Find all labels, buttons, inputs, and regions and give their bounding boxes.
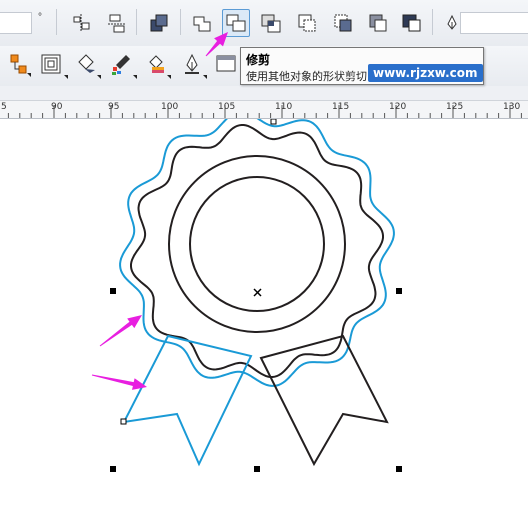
pointer-arrow-icon [205,32,228,57]
pointer-arrow-icon [99,315,142,347]
align-icon [73,14,90,32]
interactive-fill-icon [149,55,164,73]
tooltip-title: 修剪 [246,53,271,67]
drawing-canvas[interactable] [0,111,528,516]
degree-symbol: ° [38,12,42,23]
outer-ring[interactable] [168,155,346,333]
boundary-icon [402,14,421,32]
ruler-label: 100 [161,102,179,112]
ruler-label: 115 [332,102,350,112]
selected-outline-shape[interactable] [119,111,395,387]
ruler-label: 105 [218,102,236,112]
interactive-fill-button[interactable] [142,50,171,79]
ruler-label: 130 [503,102,521,112]
property-bar: ° [0,0,528,47]
intersect-button[interactable] [257,9,285,37]
simplify-button[interactable] [293,9,321,37]
paint-bucket-icon [78,54,95,73]
toolbar-strip [0,86,528,101]
boundary-button[interactable] [398,9,426,37]
ruler-label: 120 [389,102,407,112]
ruler-label: 110 [275,102,293,112]
front-minus-back-button[interactable] [329,9,357,37]
annotation-arrows [91,315,147,390]
distribute-button[interactable] [103,9,131,37]
outline-width-field[interactable] [460,12,528,34]
selection-handle[interactable] [396,288,402,294]
separator [56,9,57,35]
ruler-label: 5 [1,102,7,112]
ruler-label: 95 [108,102,120,112]
connector-button[interactable] [4,50,32,78]
combine-button[interactable] [145,9,173,37]
separator [432,9,433,35]
front-minus-back-icon [334,14,352,32]
ruler-label: 125 [446,102,464,112]
rotation-angle-field[interactable] [0,12,32,34]
simplify-icon [298,14,316,32]
selection-handle[interactable] [254,466,260,472]
contour-icon [41,54,61,74]
watermark: www.rjzxw.com [368,64,483,82]
distribute-icon [108,14,126,33]
back-minus-front-button[interactable] [364,9,392,37]
tooltip-description: 使用其他对象的形状剪切 [246,70,367,83]
node-handle[interactable] [270,118,277,125]
separator [180,9,181,35]
node-handle[interactable] [120,418,127,425]
selection-handle[interactable] [396,466,402,472]
pointer-arrow-icon [91,374,147,390]
selection-handle[interactable] [110,466,116,472]
connector-icon [10,54,27,74]
contour-button[interactable] [37,50,68,79]
combine-icon [150,14,168,32]
selection-handle[interactable] [110,288,116,294]
pen-icon [447,14,457,30]
horizontal-ruler: 5 90 95 100 105 110 115 120 125 130 [0,101,528,119]
fill-button[interactable] [72,50,101,79]
separator [136,9,137,35]
align-button[interactable] [67,9,95,37]
back-minus-front-icon [369,14,387,32]
eyedropper-button[interactable] [108,50,137,79]
inner-ring[interactable] [189,176,325,312]
intersect-icon [261,14,281,33]
ruler-label: 90 [51,102,63,112]
eyedropper-icon [112,55,130,75]
center-cross-icon [253,288,262,297]
